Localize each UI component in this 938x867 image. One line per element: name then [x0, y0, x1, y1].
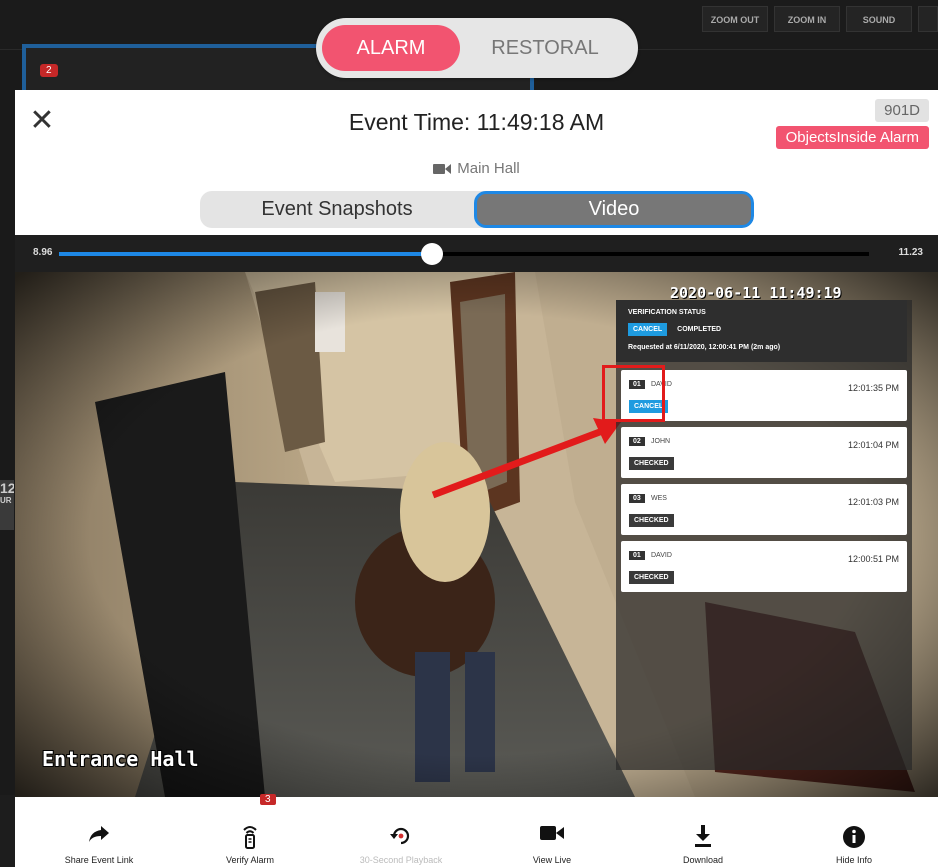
entry-time: 12:01:04 PM: [847, 440, 899, 450]
verification-requested: Requested at 6/11/2020, 12:00:41 PM (2m …: [628, 344, 781, 351]
camera-name: Main Hall: [457, 160, 520, 177]
event-action-toolbar: Share Event Link Verify Alarm 30-Second …: [25, 806, 930, 867]
entry-name: DAVID: [651, 552, 672, 559]
entry-name: WES: [651, 495, 667, 502]
verification-entry: 03 WES 12:01:03 PM CHECKED: [621, 484, 907, 535]
verification-entry: 01 DAVID 12:00:51 PM CHECKED: [621, 541, 907, 592]
replay-icon: [390, 827, 410, 845]
entry-number: 02: [629, 437, 645, 446]
verification-header: VERIFICATION STATUS CANCEL COMPLETED Req…: [616, 300, 907, 362]
download-button[interactable]: Download: [629, 806, 777, 867]
view-live-button[interactable]: View Live: [478, 806, 626, 867]
zoom-in-button[interactable]: ZOOM IN: [774, 6, 840, 32]
playback-handle[interactable]: [420, 243, 443, 265]
verification-status-chip: CANCEL: [628, 323, 668, 336]
sound-button[interactable]: SOUND: [846, 6, 912, 32]
playback-scrubber: 8.96 11.23: [15, 235, 938, 272]
zoom-out-button[interactable]: ZOOM OUT: [702, 6, 768, 32]
entry-time: 12:01:03 PM: [847, 497, 899, 507]
video-camera-icon: [540, 826, 564, 840]
event-modal: ✕ Event Time: 11:49:18 AM 901D ObjectsIn…: [15, 90, 938, 867]
entry-time: 12:01:35 PM: [847, 383, 899, 393]
30-second-playback-label: 30-Second Playback: [359, 855, 443, 865]
background-side-tile: 12 UR: [0, 480, 14, 530]
restoral-toggle-button[interactable]: RESTORAL: [460, 25, 630, 71]
download-icon: [695, 825, 711, 847]
playback-start-time: 8.96: [33, 247, 53, 258]
background-tile-badge: 2: [40, 64, 58, 77]
view-live-label: View Live: [532, 855, 572, 865]
video-camera-icon: [433, 164, 452, 174]
info-icon: [843, 826, 865, 848]
annotation-highlight-box: [602, 365, 665, 422]
share-arrow-icon: [89, 826, 109, 842]
tab-event-snapshots[interactable]: Event Snapshots: [200, 191, 474, 228]
entry-status-chip: CHECKED: [629, 514, 674, 527]
alarm-type-badge: ObjectsInside Alarm: [775, 126, 929, 149]
video-frame[interactable]: 2020-06-11 11:49:19 Entrance Hall VERIFI…: [15, 272, 938, 797]
camera-overlay-label: Entrance Hall: [42, 747, 199, 771]
entry-number: 03: [629, 494, 645, 503]
camera-id-badge: 901D: [875, 99, 929, 122]
hide-info-label: Hide Info: [835, 855, 873, 865]
download-label: Download: [682, 855, 724, 865]
entry-time: 12:00:51 PM: [847, 554, 899, 564]
share-event-link-label: Share Event Link: [64, 855, 134, 865]
playback-end-time: 11.23: [898, 247, 923, 258]
camera-name-line: Main Hall: [15, 160, 938, 177]
verification-title: VERIFICATION STATUS: [628, 309, 706, 316]
alarm-toggle-button[interactable]: ALARM: [322, 25, 460, 71]
background-control-partial[interactable]: [918, 6, 938, 32]
entry-number: 01: [629, 551, 645, 560]
alarm-event-screen: ZOOM OUT ZOOM IN SOUND 2 12 UR ALARM RES…: [0, 0, 938, 867]
30-second-playback-button[interactable]: 30-Second Playback: [327, 806, 475, 867]
verification-entry: 02 JOHN 12:01:04 PM CHECKED: [621, 427, 907, 478]
background-side-text: UR: [0, 496, 12, 505]
background-bottom-badge: 3: [260, 794, 276, 805]
playback-progress: [59, 252, 432, 256]
verification-status-text: COMPLETED: [677, 326, 722, 333]
view-tabs: Event Snapshots Video: [200, 191, 754, 228]
entry-status-chip: CHECKED: [629, 457, 674, 470]
share-event-link-button[interactable]: Share Event Link: [25, 806, 173, 867]
verify-alarm-button[interactable]: Verify Alarm: [176, 806, 324, 867]
playback-track[interactable]: [59, 243, 869, 265]
tab-video[interactable]: Video: [474, 191, 754, 228]
alarm-restoral-toggle: ALARM RESTORAL: [316, 18, 638, 78]
background-side-number: 12: [0, 480, 14, 496]
entry-name: JOHN: [651, 438, 671, 445]
verify-alarm-label: Verify Alarm: [225, 855, 274, 865]
entry-status-chip: CHECKED: [629, 571, 674, 584]
hide-info-button[interactable]: Hide Info: [780, 806, 928, 867]
wireless-device-icon: [243, 826, 257, 849]
